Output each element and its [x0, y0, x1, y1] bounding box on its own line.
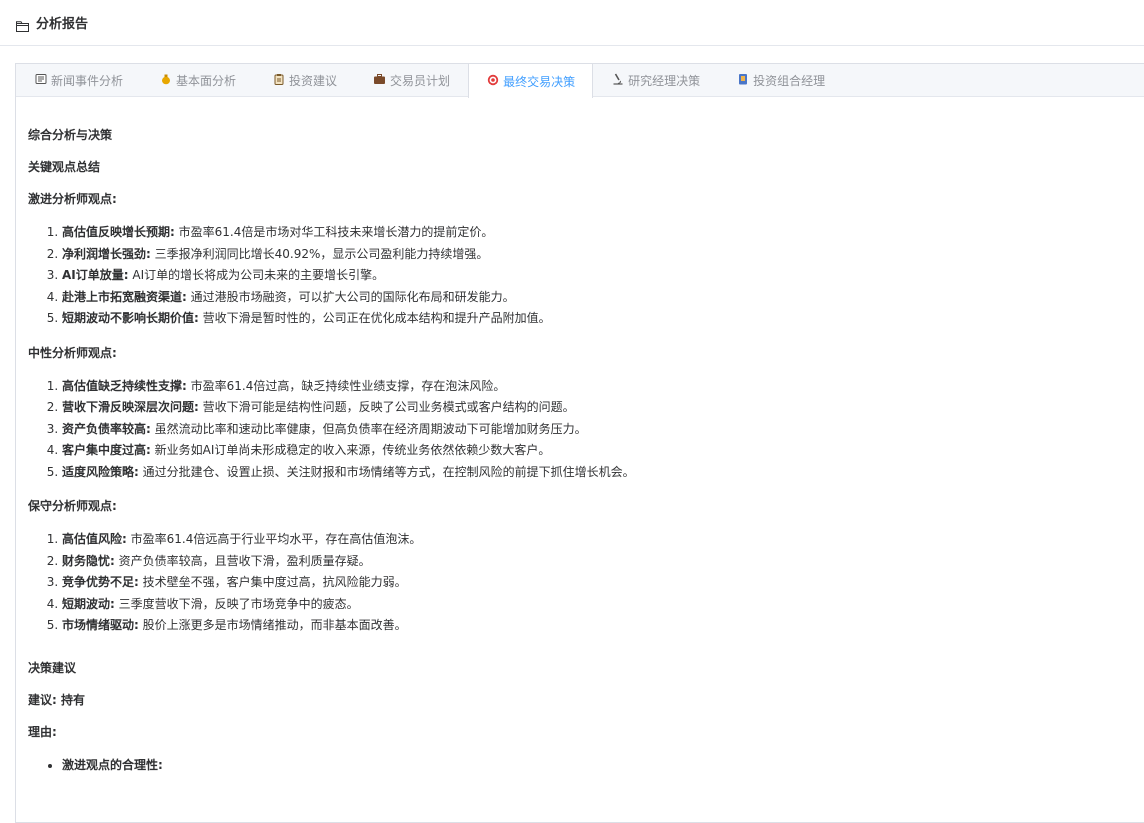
list-item: 资产负债率较高: 虽然流动比率和速动比率健康，但高负债率在经济周期波动下可能增加… [62, 419, 1142, 441]
money-bag-icon [159, 73, 172, 88]
list-item: 赴港上市拓宽融资渠道: 通过港股市场融资，可以扩大公司的国际化布局和研发能力。 [62, 287, 1142, 309]
folder-icon [16, 17, 29, 32]
list-item: 高估值风险: 市盈率61.4倍远高于行业平均水平，存在高估值泡沫。 [62, 529, 1142, 551]
reasons-list: 激进观点的合理性: [28, 755, 1142, 777]
list-item: 高估值反映增长预期: 市盈率61.4倍是市场对华工科技未来增长潜力的提前定价。 [62, 222, 1142, 244]
list-item: 短期波动不影响长期价值: 营收下滑是暂时性的，公司正在优化成本结构和提升产品附加… [62, 308, 1142, 330]
aggressive-heading: 激进分析师观点: [28, 192, 117, 206]
tab-label: 投资建议 [289, 73, 338, 88]
section-heading-main: 综合分析与决策 [28, 128, 113, 142]
tab-trader-plan[interactable]: 交易员计划 [355, 64, 468, 96]
list-item: 净利润增长强劲: 三季报净利润同比增长40.92%，显示公司盈利能力持续增强。 [62, 244, 1142, 266]
reason-heading: 理由: [28, 724, 57, 739]
newspaper-icon [34, 73, 47, 88]
section-heading-summary: 关键观点总结 [28, 160, 101, 174]
tab-label: 研究经理决策 [628, 73, 701, 88]
aggressive-list: 高估值反映增长预期: 市盈率61.4倍是市场对华工科技未来增长潜力的提前定价。 … [28, 222, 1142, 330]
decision-heading: 决策建议 [28, 660, 77, 675]
list-item: 竞争优势不足: 技术壁垒不强，客户集中度过高，抗风险能力弱。 [62, 572, 1142, 594]
target-icon [486, 74, 499, 89]
list-item: 短期波动: 三季度营收下滑，反映了市场竞争中的疲态。 [62, 594, 1142, 616]
conservative-list: 高估值风险: 市盈率61.4倍远高于行业平均水平，存在高估值泡沫。 财务隐忧: … [28, 529, 1142, 637]
clipboard-icon [272, 73, 285, 88]
tab-label: 最终交易决策 [503, 74, 576, 89]
neutral-heading: 中性分析师观点: [28, 345, 117, 360]
tab-label: 交易员计划 [390, 73, 451, 88]
recommendation: 建议: 持有 [28, 692, 85, 707]
tab-news-analysis[interactable]: 新闻事件分析 [16, 64, 141, 96]
list-item: 财务隐忧: 资产负债率较高，且营收下滑，盈利质量存疑。 [62, 551, 1142, 573]
briefcase-icon [373, 73, 386, 88]
list-item: 营收下滑反映深层次问题: 营收下滑可能是结构性问题，反映了公司业务模式或客户结构… [62, 397, 1142, 419]
report-header: 分析报告 [0, 0, 1144, 46]
neutral-list: 高估值缺乏持续性支撑: 市盈率61.4倍过高，缺乏持续性业绩支撑，存在泡沫风险。… [28, 376, 1142, 484]
tab-research-manager[interactable]: 研究经理决策 [593, 64, 718, 96]
list-item: 市场情绪驱动: 股价上涨更多是市场情绪推动，而非基本面改善。 [62, 615, 1142, 637]
list-item: 激进观点的合理性: [62, 755, 1142, 777]
list-item: AI订单放量: AI订单的增长将成为公司未来的主要增长引擎。 [62, 265, 1142, 287]
tab-label: 投资组合经理 [753, 73, 826, 88]
tab-fundamentals[interactable]: 基本面分析 [141, 64, 254, 96]
list-item: 适度风险策略: 通过分批建仓、设置止损、关注财报和市场情绪等方式，在控制风险的前… [62, 462, 1142, 484]
report-content: 综合分析与决策 关键观点总结 激进分析师观点: 高估值反映增长预期: 市盈率61… [16, 97, 1144, 776]
conservative-heading: 保守分析师观点: [28, 499, 117, 513]
tab-portfolio-manager[interactable]: 投资组合经理 [718, 64, 843, 96]
tab-label: 新闻事件分析 [51, 73, 124, 88]
microscope-icon [611, 73, 624, 88]
tab-investment-advice[interactable]: 投资建议 [254, 64, 355, 96]
tab-final-decision[interactable]: 最终交易决策 [468, 64, 594, 98]
list-item: 客户集中度过高: 新业务如AI订单尚未形成稳定的收入来源，传统业务依然依赖少数大… [62, 440, 1142, 462]
report-card: 新闻事件分析 基本面分析 投资建议 交易员计划 最终交易决策 研究经理决策 投资… [15, 63, 1144, 823]
page-title: 分析报告 [36, 17, 89, 32]
list-item: 高估值缺乏持续性支撑: 市盈率61.4倍过高，缺乏持续性业绩支撑，存在泡沫风险。 [62, 376, 1142, 398]
portfolio-icon [736, 73, 749, 88]
report-tabs: 新闻事件分析 基本面分析 投资建议 交易员计划 最终交易决策 研究经理决策 投资… [16, 64, 1144, 98]
tab-label: 基本面分析 [176, 73, 237, 88]
